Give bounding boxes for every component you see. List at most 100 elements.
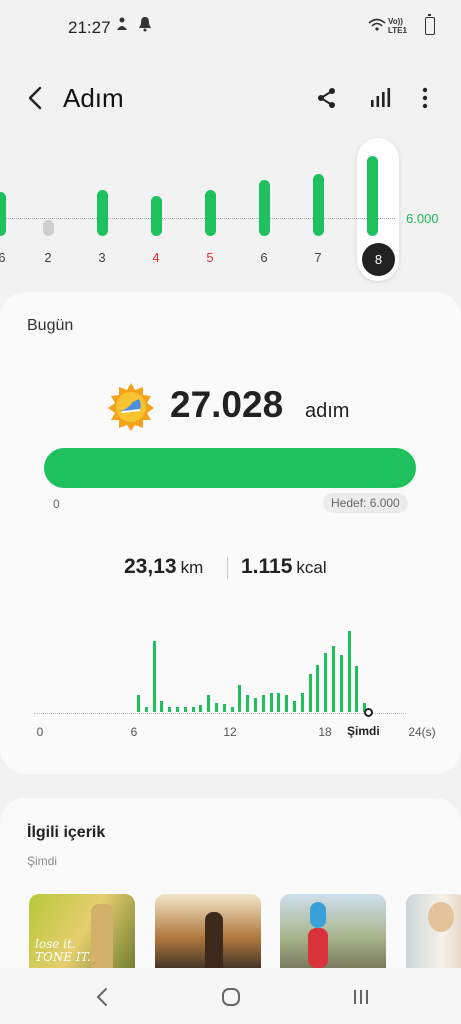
battery-icon [425, 14, 435, 35]
day-bar-3[interactable] [151, 196, 162, 236]
nav-back-button[interactable] [87, 982, 117, 1012]
hour-bar-18 [277, 693, 281, 712]
day-bar-6[interactable] [313, 174, 324, 236]
status-bar: 21:27 Vo)) LTE1 [0, 0, 461, 56]
related-thumbnail-3[interactable] [280, 894, 386, 974]
related-subtitle: Şimdi [27, 854, 58, 868]
person-figure [428, 902, 454, 932]
hour-bar-1 [144, 707, 148, 712]
now-marker [364, 708, 373, 717]
hour-bar-20 [293, 700, 296, 712]
steps-progress-bar [44, 448, 416, 488]
trends-button[interactable] [364, 82, 396, 114]
bell-icon [138, 16, 152, 37]
day-bar-1[interactable] [43, 220, 54, 236]
hour-label-24: 24(s) [408, 725, 436, 739]
related-thumbnail-2[interactable] [155, 894, 261, 974]
related-thumbnail-1[interactable]: lose it. TONE IT. [29, 894, 135, 974]
share-icon [318, 88, 335, 108]
day-label-2[interactable]: 3 [87, 250, 117, 265]
hour-bar-6 [183, 707, 187, 712]
related-thumbnail-4[interactable] [406, 894, 461, 974]
today-card: Bugün 27.028 adım 0 Hedef: 6.000 23,13 km… [0, 292, 461, 774]
more-options-button[interactable] [409, 82, 441, 114]
nav-recents-icon [354, 990, 368, 1004]
progress-goal-label[interactable]: Hedef: 6.000 [323, 493, 408, 513]
hour-bar-19 [285, 694, 289, 712]
page-title: Adım [63, 83, 124, 113]
related-title: İlgili içerik [27, 824, 106, 841]
back-arrow-icon [28, 86, 42, 110]
day-bar-5[interactable] [259, 180, 270, 236]
target-label: 6.000 [406, 211, 439, 226]
hour-label-6: 6 [130, 725, 138, 739]
distance-stat: 23,13 km [124, 555, 203, 579]
runner-figure-legs [308, 928, 328, 968]
nav-home-icon [222, 988, 240, 1006]
nav-back-icon [96, 988, 107, 1006]
system-nav-bar [0, 968, 461, 1024]
day-label-4[interactable]: 5 [195, 250, 225, 265]
hour-axis [34, 713, 406, 714]
thumbnail-caption: lose it. TONE IT. [35, 938, 91, 964]
wifi-icon [368, 18, 386, 37]
thumbnail-caption-line-2: TONE IT. [35, 950, 91, 964]
day-label-6[interactable]: 7 [303, 250, 333, 265]
calories-unit: kcal [296, 558, 327, 577]
hour-label-now: Şimdi [347, 724, 380, 738]
hour-bar-10 [215, 702, 218, 712]
day-label-3[interactable]: 4 [141, 250, 171, 265]
runner-figure [310, 902, 326, 928]
hour-bar-21 [300, 693, 304, 712]
calories-stat: 1.115 kcal [241, 555, 327, 579]
hour-label-12: 12 [223, 725, 237, 739]
day-bar-7[interactable] [367, 156, 378, 236]
network-indicator: Vo)) LTE1 [388, 17, 407, 35]
network-top-label: Vo)) [388, 17, 403, 26]
hour-bar-11 [222, 704, 226, 712]
achievement-medal-icon[interactable] [106, 382, 156, 432]
runner-figure [91, 904, 113, 974]
notification-icon [114, 16, 130, 37]
steps-count: 27.028 [170, 384, 284, 425]
hourly-steps-chart[interactable]: 0 6 12 18 Şimdi 24(s) [0, 622, 461, 742]
day-label-0[interactable]: /6 [0, 250, 15, 265]
day-bar-2[interactable] [97, 189, 108, 236]
share-button[interactable] [311, 82, 343, 114]
back-button[interactable] [20, 82, 52, 114]
hour-bar-3 [160, 700, 164, 712]
selected-day-label[interactable]: 8 [362, 243, 395, 276]
hour-bar-16 [261, 694, 265, 712]
hour-bar-13 [238, 685, 242, 712]
hour-bar-7 [191, 707, 195, 712]
stat-divider [227, 557, 228, 579]
day-bar-0[interactable] [0, 192, 6, 236]
hour-bar-15 [254, 697, 257, 712]
day-label-5[interactable]: 6 [249, 250, 279, 265]
day-bar-4[interactable] [205, 189, 216, 236]
hour-bar-12 [230, 707, 234, 712]
hour-bar-22 [308, 674, 312, 712]
nav-recents-button[interactable] [346, 982, 376, 1012]
distance-value: 23,13 [124, 555, 177, 578]
hour-bar-9 [207, 694, 211, 712]
app-header: Adım [0, 70, 461, 126]
runner-figure [205, 912, 223, 974]
week-steps-chart[interactable]: 6.000 /6 2 3 4 5 6 7 8 [0, 138, 461, 283]
hour-bar-28 [355, 666, 359, 712]
hour-bar-17 [269, 693, 273, 712]
hour-bar-0 [137, 694, 140, 712]
nav-home-button[interactable] [216, 982, 246, 1012]
progress-min-label: 0 [53, 497, 60, 511]
hour-bar-24 [324, 653, 328, 712]
hour-bar-23 [316, 664, 320, 712]
hour-bar-8 [199, 705, 203, 712]
target-line [0, 218, 395, 219]
distance-unit: km [180, 558, 204, 577]
day-label-1[interactable]: 2 [33, 250, 63, 265]
hour-bar-25 [332, 645, 335, 712]
hour-bar-5 [176, 707, 179, 712]
hour-bar-27 [347, 631, 351, 712]
hour-label-0: 0 [36, 725, 44, 739]
hour-bar-26 [339, 655, 343, 712]
